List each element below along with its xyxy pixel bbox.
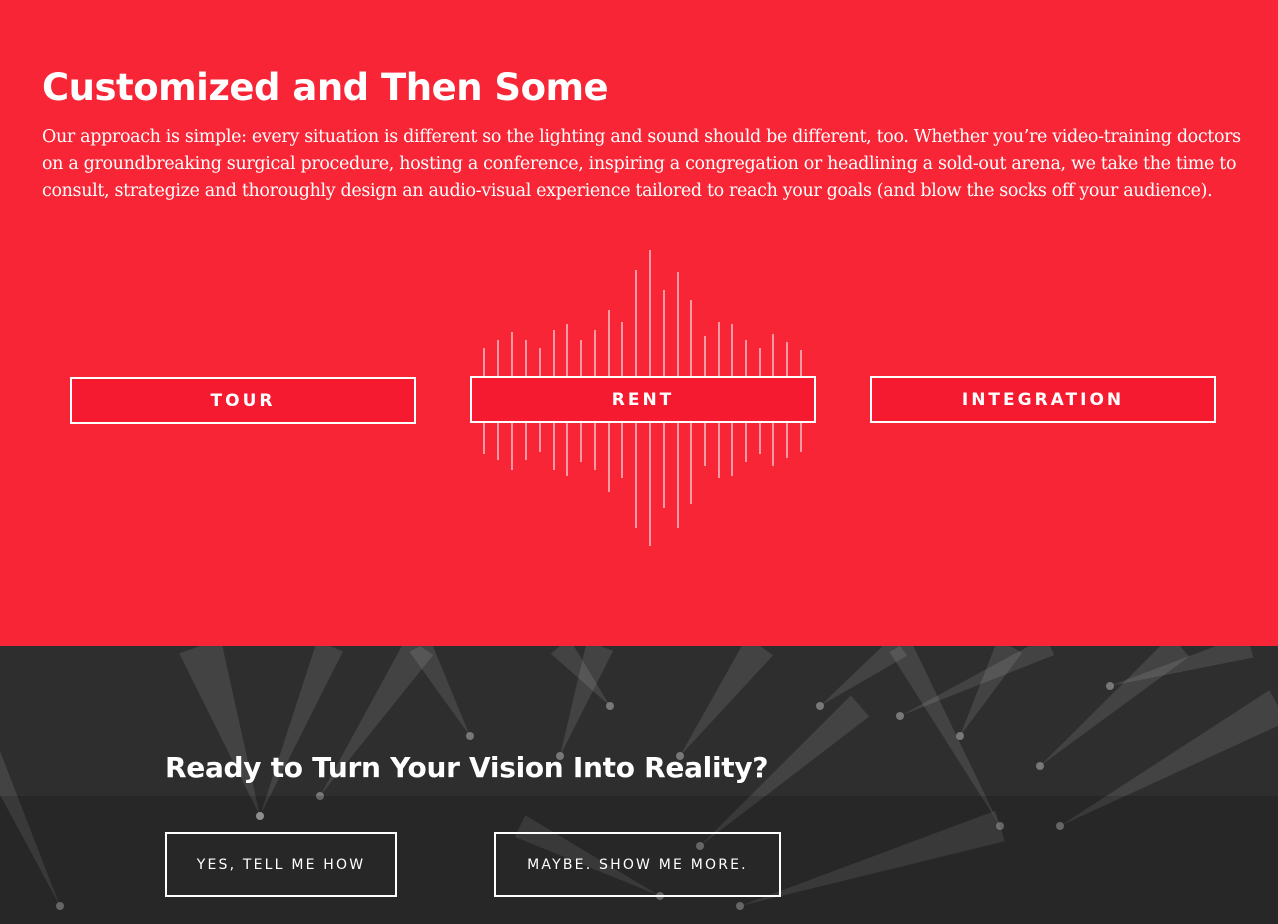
tour-button[interactable]: TOUR <box>70 377 416 424</box>
yes-tell-me-how-button[interactable]: YES, TELL ME HOW <box>165 832 397 897</box>
light-beam <box>179 646 260 816</box>
sound-wave-graphic <box>483 250 802 546</box>
stage-light <box>1036 762 1044 770</box>
cta-section: Ready to Turn Your Vision Into Reality? … <box>0 646 1278 924</box>
light-beam <box>409 646 470 736</box>
stage-light <box>1106 682 1114 690</box>
light-beam <box>260 646 343 816</box>
maybe-show-me-more-button[interactable]: MAYBE. SHOW ME MORE. <box>494 832 781 897</box>
cta-title: Ready to Turn Your Vision Into Reality? <box>165 751 769 784</box>
light-beam <box>680 646 773 756</box>
stage-light <box>606 702 614 710</box>
integration-button[interactable]: INTEGRATION <box>870 376 1216 423</box>
rent-button[interactable]: RENT <box>470 376 816 423</box>
stage-light <box>816 702 824 710</box>
hero-section: Customized and Then Some Our approach is… <box>0 0 1278 646</box>
stage-light <box>466 732 474 740</box>
stage-light <box>896 712 904 720</box>
light-beam <box>1040 646 1190 766</box>
